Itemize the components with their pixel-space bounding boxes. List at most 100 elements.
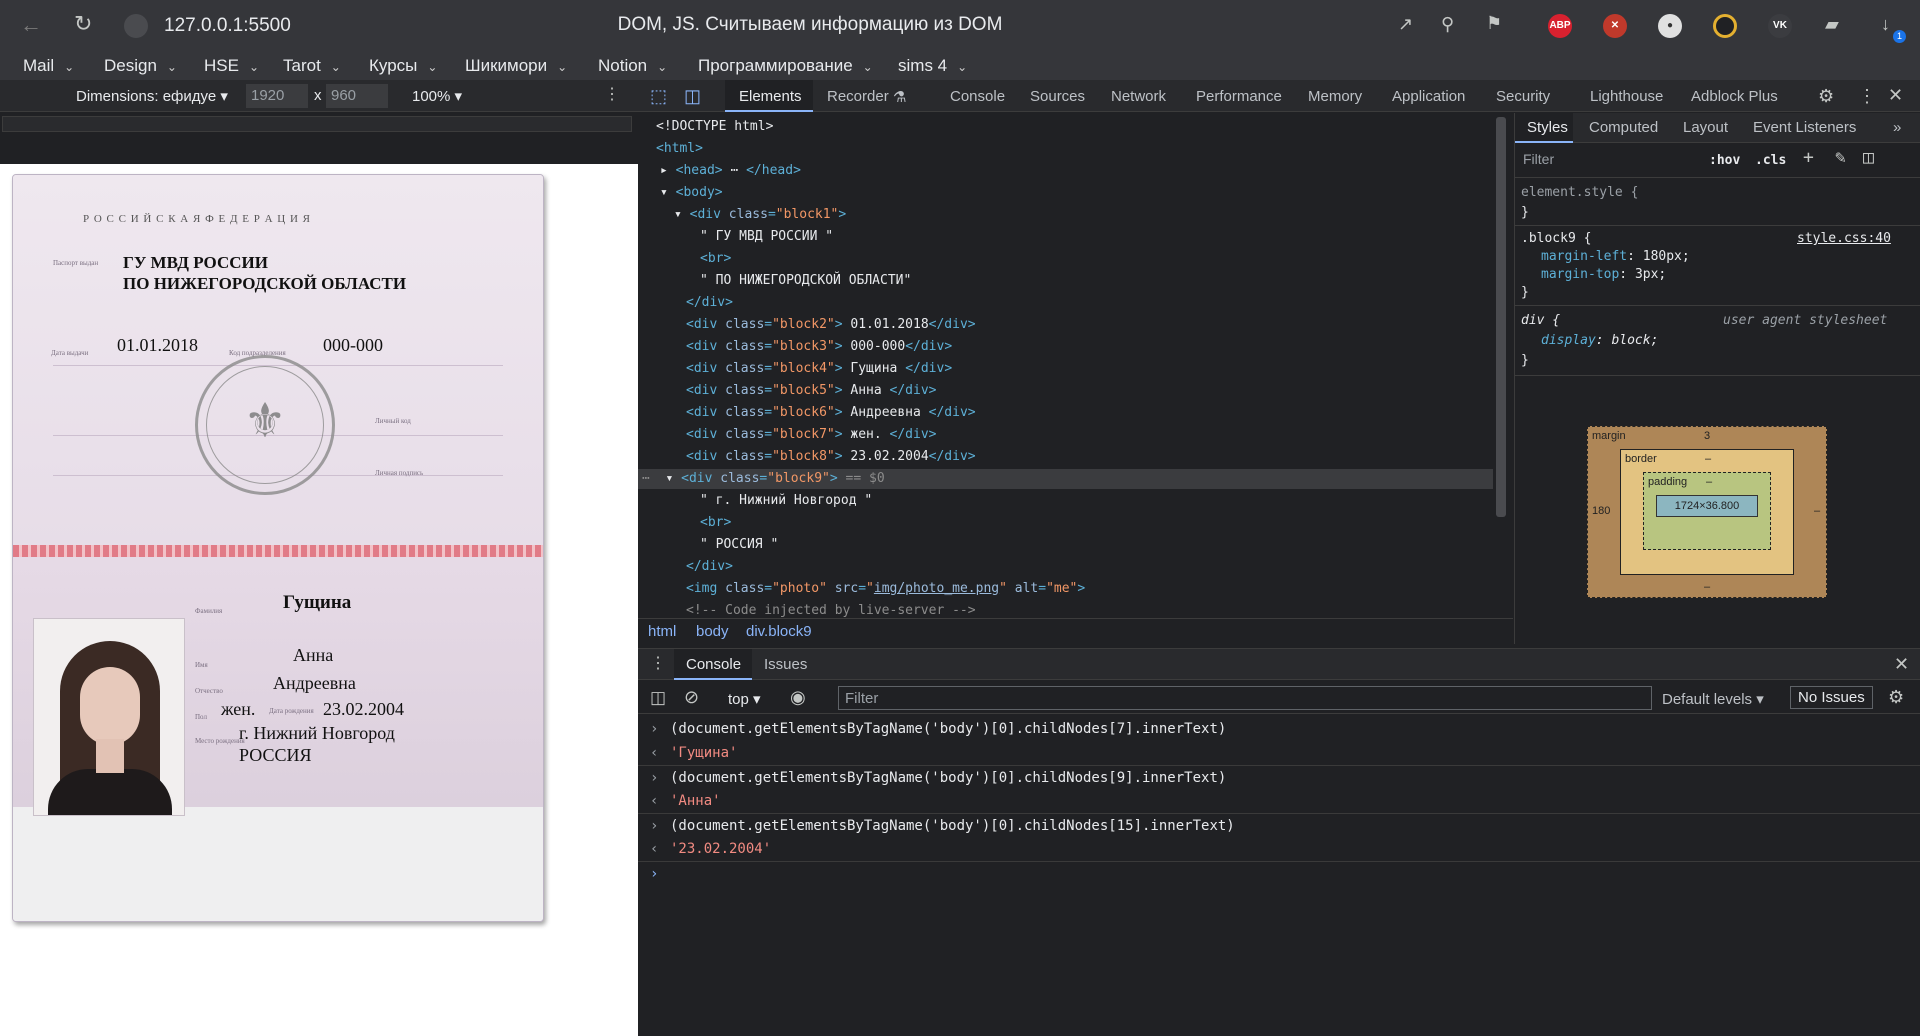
download-icon[interactable]: ↓ (1881, 15, 1890, 33)
extension-red-icon[interactable]: ✕ (1603, 14, 1627, 38)
breadcrumb-html[interactable]: html (648, 623, 676, 640)
console-input-line[interactable]: › (document.getElementsByTagName('body')[… (638, 813, 1920, 837)
bookmark-folder[interactable]: Tarot ⌄ (283, 56, 341, 76)
bookmark-folder[interactable]: HSE ⌄ (204, 56, 259, 76)
dom-node[interactable]: " ПО НИЖЕГОРОДСКОЙ ОБЛАСТИ" (700, 271, 911, 291)
dom-node[interactable]: " РОССИЯ " (700, 535, 778, 555)
bookmark-folder[interactable]: Шикимори ⌄ (465, 56, 567, 76)
console-input-line[interactable]: › (document.getElementsByTagName('body')[… (638, 717, 1920, 741)
dom-node[interactable]: ▸ <head> ⋯ </head> (660, 161, 801, 181)
issues-counter[interactable]: No Issues (1790, 686, 1873, 709)
tab-network[interactable]: Network (1111, 88, 1166, 105)
live-expression-eye-icon[interactable]: ◉ (790, 688, 806, 706)
share-icon[interactable]: ↗ (1398, 15, 1413, 33)
context-selector[interactable]: top ▾ (728, 690, 761, 708)
box-model-padding[interactable]: padding – 1724×36.800 (1643, 472, 1771, 550)
more-tabs-icon[interactable]: » (1893, 119, 1901, 136)
bookmark-folder[interactable]: Notion ⌄ (598, 56, 667, 76)
tab-adblock-plus[interactable]: Adblock Plus (1691, 88, 1778, 105)
styles-filter-input[interactable]: Filter (1523, 151, 1554, 167)
add-rule-icon[interactable]: + (1803, 149, 1814, 167)
close-drawer-icon[interactable]: ✕ (1894, 655, 1909, 673)
box-padding-value[interactable]: – (1706, 476, 1712, 488)
drawer-tab-issues[interactable]: Issues (764, 656, 807, 673)
breadcrumb-body[interactable]: body (696, 623, 729, 640)
clear-console-icon[interactable]: ⊘ (684, 688, 699, 706)
url-text[interactable]: 127.0.0.1:5500 (164, 15, 291, 37)
bookmark-folder[interactable]: Курсы ⌄ (369, 56, 437, 76)
reload-icon[interactable]: ↻ (74, 13, 92, 35)
elements-scrollbar[interactable] (1496, 117, 1506, 517)
log-levels-dropdown[interactable]: Default levels ▾ (1662, 690, 1764, 708)
css-prop-name[interactable]: margin-left (1541, 249, 1627, 264)
console-settings-gear-icon[interactable]: ⚙ (1888, 688, 1904, 706)
tab-elements-label[interactable]: Elements (739, 88, 802, 105)
close-devtools-icon[interactable]: ✕ (1888, 86, 1903, 104)
extension-color-ring-icon[interactable] (1713, 14, 1737, 38)
ua-selector[interactable]: div { (1521, 313, 1560, 328)
tab-styles-label[interactable]: Styles (1527, 119, 1568, 136)
adblock-plus-icon[interactable]: ABP (1548, 14, 1572, 38)
vk-extension-icon[interactable]: VK (1768, 14, 1792, 38)
drawer-tab-console-label[interactable]: Console (686, 656, 741, 673)
css-prop-value[interactable]: 180px; (1643, 249, 1690, 264)
box-margin-right[interactable]: – (1814, 505, 1820, 517)
tab-console[interactable]: Console (950, 88, 1005, 105)
box-margin-left[interactable]: 180 (1592, 505, 1610, 517)
hov-toggle[interactable]: :hov (1709, 153, 1740, 168)
bookmark-star-icon[interactable]: ⚑ (1486, 14, 1502, 32)
console-prompt[interactable]: › (638, 861, 1920, 885)
dom-node[interactable]: <br> (700, 513, 731, 533)
dom-node[interactable]: " г. Нижний Новгород " (700, 491, 872, 511)
console-result-line[interactable]: ‹ 'Анна' (638, 789, 1920, 813)
inspect-element-icon[interactable]: ⬚ (650, 87, 667, 105)
dom-node[interactable]: </div> (686, 293, 733, 313)
settings-gear-icon[interactable]: ⚙ (1818, 87, 1834, 105)
dom-node[interactable]: <div class="block2"> 01.01.2018</div> (686, 315, 976, 335)
tab-security[interactable]: Security (1496, 88, 1550, 105)
css-prop-name[interactable]: margin-top (1541, 267, 1619, 282)
element-style-selector[interactable]: element.style { (1521, 185, 1638, 200)
bookmark-folder[interactable]: Mail ⌄ (23, 56, 74, 76)
toggle-sidebar-icon[interactable]: ◫ (1863, 149, 1874, 167)
zoom-icon[interactable]: ⚲ (1441, 15, 1454, 33)
dom-node[interactable]: <!DOCTYPE html> (656, 117, 773, 137)
tab-lighthouse[interactable]: Lighthouse (1590, 88, 1663, 105)
rule-selector[interactable]: .block9 { (1521, 231, 1591, 246)
tab-computed[interactable]: Computed (1589, 119, 1658, 136)
breadcrumb-div-block9[interactable]: div.block9 (746, 623, 812, 640)
console-result-line[interactable]: ‹ '23.02.2004' (638, 837, 1920, 861)
dom-node[interactable]: <div class="block3"> 000-000</div> (686, 337, 952, 357)
bookmark-folder[interactable]: sims 4 ⌄ (898, 56, 967, 76)
dom-node[interactable]: <div class="block8"> 23.02.2004</div> (686, 447, 976, 467)
dom-node-selected[interactable]: ⋯ ▾ <div class="block9"> == $0 (642, 469, 885, 489)
dom-node[interactable]: " ГУ МВД РОССИИ " (700, 227, 833, 247)
box-model-content[interactable]: 1724×36.800 (1656, 495, 1758, 517)
height-input[interactable]: 960 (326, 84, 388, 108)
tab-recorder[interactable]: Recorder (827, 88, 889, 105)
dom-node[interactable]: ▾ <div class="block1"> (674, 205, 846, 225)
bookmark-folder[interactable]: Design ⌄ (104, 56, 177, 76)
extensions-puzzle-icon[interactable]: ▰ (1825, 15, 1839, 33)
bookmark-folder[interactable]: Программирование ⌄ (698, 56, 873, 76)
console-input-line[interactable]: › (document.getElementsByTagName('body')[… (638, 765, 1920, 789)
box-margin-bottom[interactable]: – (1704, 581, 1710, 593)
paint-brush-icon[interactable]: ✎ (1835, 149, 1846, 167)
box-border-value[interactable]: – (1705, 453, 1711, 465)
drawer-menu-icon[interactable]: ⋮ (650, 656, 666, 672)
tab-application[interactable]: Application (1392, 88, 1465, 105)
back-arrow-icon[interactable]: ← (20, 14, 42, 36)
dom-node[interactable]: <html> (656, 139, 703, 159)
site-info-icon[interactable] (124, 14, 148, 38)
console-filter-input[interactable]: Filter (838, 686, 1652, 710)
console-result-line[interactable]: ‹ 'Гущина' (638, 741, 1920, 765)
device-toggle-icon[interactable]: ◫ (684, 87, 701, 105)
dom-node[interactable]: </div> (686, 557, 733, 577)
box-model-border[interactable]: border – padding – 1724×36.800 (1620, 449, 1794, 575)
zoom-dropdown[interactable]: 100% ▾ (412, 87, 462, 105)
dom-node[interactable]: ▾ <body> (660, 183, 723, 203)
tab-event-listeners[interactable]: Event Listeners (1753, 119, 1856, 136)
dom-node[interactable]: <div class="block7"> жен. </div> (686, 425, 937, 445)
tab-memory[interactable]: Memory (1308, 88, 1362, 105)
dom-node[interactable]: <div class="block5"> Анна </div> (686, 381, 937, 401)
